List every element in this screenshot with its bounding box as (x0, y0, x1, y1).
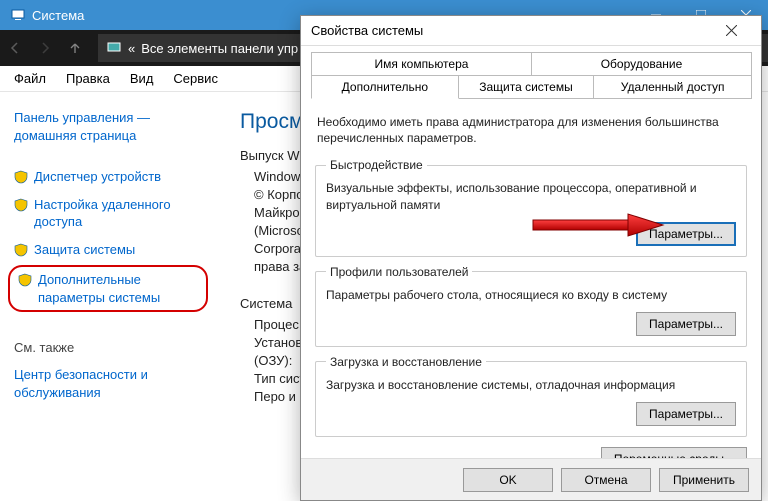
forward-button[interactable] (30, 33, 60, 63)
startup-desc: Загрузка и восстановление системы, отлад… (326, 377, 736, 394)
tab-remote[interactable]: Удаленный доступ (593, 75, 752, 99)
address-text: Все элементы панели упр (141, 41, 298, 56)
apply-button[interactable]: Применить (659, 468, 749, 492)
link-remote-settings[interactable]: Настройка удаленного доступа (14, 191, 202, 236)
startup-legend: Загрузка и восстановление (326, 355, 486, 369)
profiles-legend: Профили пользователей (326, 265, 472, 279)
admin-note: Необходимо иметь права администратора дл… (317, 114, 745, 146)
shield-icon (14, 243, 28, 257)
dialog-close-button[interactable] (711, 16, 751, 46)
system-properties-dialog: Свойства системы Имя компьютера Оборудов… (300, 15, 762, 501)
ok-button[interactable]: OK (463, 468, 553, 492)
back-button[interactable] (0, 33, 30, 63)
menu-edit[interactable]: Правка (58, 68, 118, 89)
up-button[interactable] (60, 33, 90, 63)
tab-advanced[interactable]: Дополнительно (311, 75, 459, 99)
shield-icon (18, 273, 32, 287)
performance-desc: Визуальные эффекты, использование процес… (326, 180, 736, 214)
profiles-group: Профили пользователей Параметры рабочего… (315, 265, 747, 347)
tab-protection[interactable]: Защита системы (458, 75, 595, 99)
shield-icon (14, 198, 28, 212)
shield-icon (14, 170, 28, 184)
profiles-desc: Параметры рабочего стола, относящиеся ко… (326, 287, 736, 304)
tab-strip: Имя компьютера Оборудование Дополнительн… (301, 46, 761, 98)
menu-service[interactable]: Сервис (165, 68, 226, 89)
dialog-titlebar: Свойства системы (301, 16, 761, 46)
startup-settings-button[interactable]: Параметры... (636, 402, 736, 426)
performance-settings-button[interactable]: Параметры... (636, 222, 736, 246)
see-also-label: См. также (14, 340, 202, 355)
dialog-title: Свойства системы (311, 23, 423, 38)
link-advanced-settings[interactable]: Дополнительные параметры системы (18, 271, 198, 306)
system-icon (10, 7, 26, 23)
cancel-button[interactable]: Отмена (561, 468, 651, 492)
profiles-settings-button[interactable]: Параметры... (636, 312, 736, 336)
performance-group: Быстродействие Визуальные эффекты, испол… (315, 158, 747, 257)
menu-view[interactable]: Вид (122, 68, 162, 89)
link-device-manager[interactable]: Диспетчер устройств (14, 163, 202, 191)
dialog-body: Необходимо иметь права администратора дл… (301, 98, 761, 481)
link-control-panel-home[interactable]: Панель управления —домашняя страница (14, 104, 202, 149)
startup-group: Загрузка и восстановление Загрузка и вос… (315, 355, 747, 437)
computer-icon (106, 40, 122, 56)
dialog-footer: OK Отмена Применить (301, 458, 761, 500)
tab-hardware[interactable]: Оборудование (531, 52, 752, 76)
address-chevron: « (128, 41, 135, 56)
link-system-protection[interactable]: Защита системы (14, 236, 202, 264)
highlight-advanced-link: Дополнительные параметры системы (8, 265, 208, 312)
link-security-center[interactable]: Центр безопасности и обслуживания (14, 361, 202, 406)
left-pane: Панель управления —домашняя страница Дис… (0, 92, 210, 501)
menu-file[interactable]: Файл (6, 68, 54, 89)
performance-legend: Быстродействие (326, 158, 427, 172)
tab-computer-name[interactable]: Имя компьютера (311, 52, 532, 76)
